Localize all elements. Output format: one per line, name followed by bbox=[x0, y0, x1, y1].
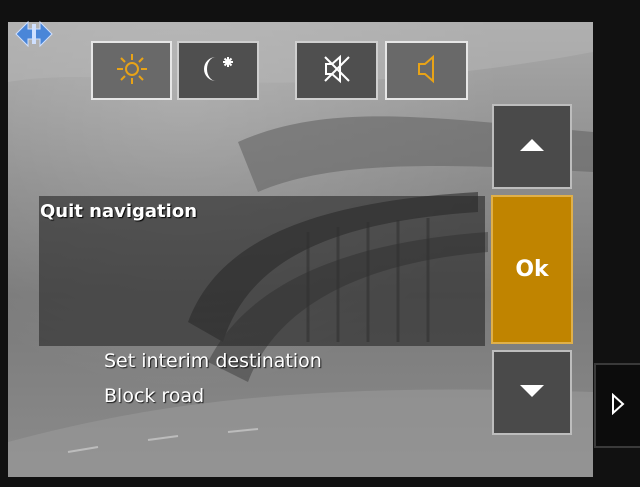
speaker-icon bbox=[412, 52, 442, 90]
moon-star-icon bbox=[196, 51, 240, 91]
menu-item-interim-destination[interactable]: Set interim destination bbox=[104, 350, 322, 372]
arrow-down-icon bbox=[519, 383, 545, 402]
speaker-muted-icon bbox=[320, 52, 354, 90]
day-mode-button[interactable] bbox=[91, 41, 172, 100]
chevron-right-icon bbox=[611, 392, 625, 419]
scroll-down-button[interactable] bbox=[492, 350, 572, 435]
night-mode-button[interactable] bbox=[177, 41, 259, 100]
arrow-up-icon bbox=[519, 137, 545, 156]
scroll-up-button[interactable] bbox=[492, 104, 572, 189]
sun-icon bbox=[114, 51, 150, 91]
ok-button[interactable]: Ok bbox=[491, 195, 573, 344]
selected-menu-item[interactable]: Quit navigation bbox=[40, 201, 197, 222]
menu-item-block-road[interactable]: Block road bbox=[104, 385, 204, 407]
move-arrows-icon[interactable] bbox=[14, 20, 54, 48]
mute-button[interactable] bbox=[295, 41, 378, 100]
sound-button[interactable] bbox=[385, 41, 468, 100]
next-page-button[interactable] bbox=[594, 363, 640, 448]
